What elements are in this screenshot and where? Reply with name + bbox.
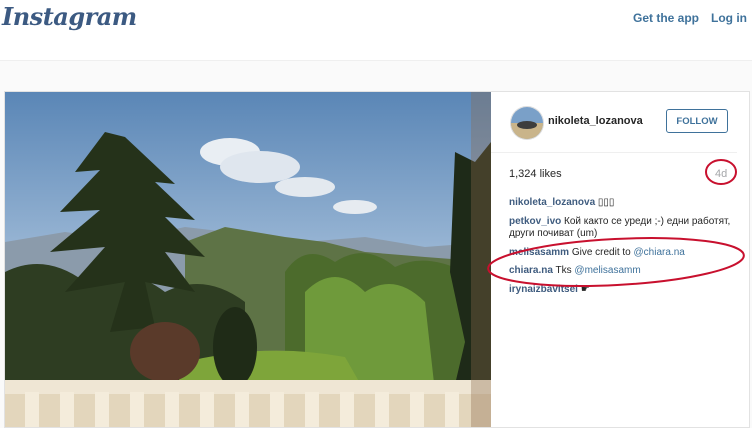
- likes-count[interactable]: 1,324 likes: [509, 168, 562, 180]
- comment-username[interactable]: petkov_ivo: [509, 216, 561, 227]
- post-card: nikoleta_lozanova FOLLOW 1,324 likes 4d …: [4, 91, 750, 428]
- comment-mention[interactable]: @melisasamm: [574, 265, 640, 276]
- owner-username[interactable]: nikoleta_lozanova: [548, 115, 643, 127]
- post-sidebar: nikoleta_lozanova FOLLOW 1,324 likes 4d …: [491, 92, 749, 427]
- hand-pointer-icon: ☛: [580, 283, 590, 295]
- comment-username[interactable]: irynaizbavitsel: [509, 284, 578, 295]
- comment-list: nikoleta_lozanova ▯▯▯ petkov_ivo Кой как…: [509, 197, 734, 302]
- comment-username[interactable]: nikoleta_lozanova: [509, 197, 595, 208]
- login-link[interactable]: Log in: [711, 11, 747, 25]
- post-timestamp[interactable]: 4d: [715, 168, 727, 180]
- post-header: nikoleta_lozanova FOLLOW: [491, 92, 737, 153]
- comment-username[interactable]: chiara.na: [509, 265, 553, 276]
- comment-text: Tks: [555, 265, 572, 276]
- get-the-app-link[interactable]: Get the app: [633, 11, 699, 25]
- comment-mention[interactable]: @chiara.na: [634, 247, 685, 258]
- top-header: Instagram Get the app Log in: [0, 0, 752, 61]
- instagram-logo[interactable]: Instagram: [2, 2, 137, 31]
- avatar-image: [511, 107, 543, 139]
- post-photo[interactable]: [5, 92, 491, 427]
- comment-text: Give credit to: [571, 246, 631, 258]
- comment-item: nikoleta_lozanova ▯▯▯: [509, 197, 734, 210]
- comment-item: melisasamm Give credit to @chiara.na: [509, 247, 734, 260]
- landscape-image: [5, 92, 491, 427]
- comment-item: chiara.na Tks @melisasamm: [509, 265, 734, 278]
- comment-username[interactable]: melisasamm: [509, 247, 569, 258]
- comment-item: petkov_ivo Кой както се уреди ;-) едни р…: [509, 216, 734, 241]
- comment-item: irynaizbavitsel ☛: [509, 284, 734, 297]
- follow-button[interactable]: FOLLOW: [666, 109, 728, 133]
- comment-text: ▯▯▯: [597, 197, 615, 208]
- avatar[interactable]: [510, 106, 544, 140]
